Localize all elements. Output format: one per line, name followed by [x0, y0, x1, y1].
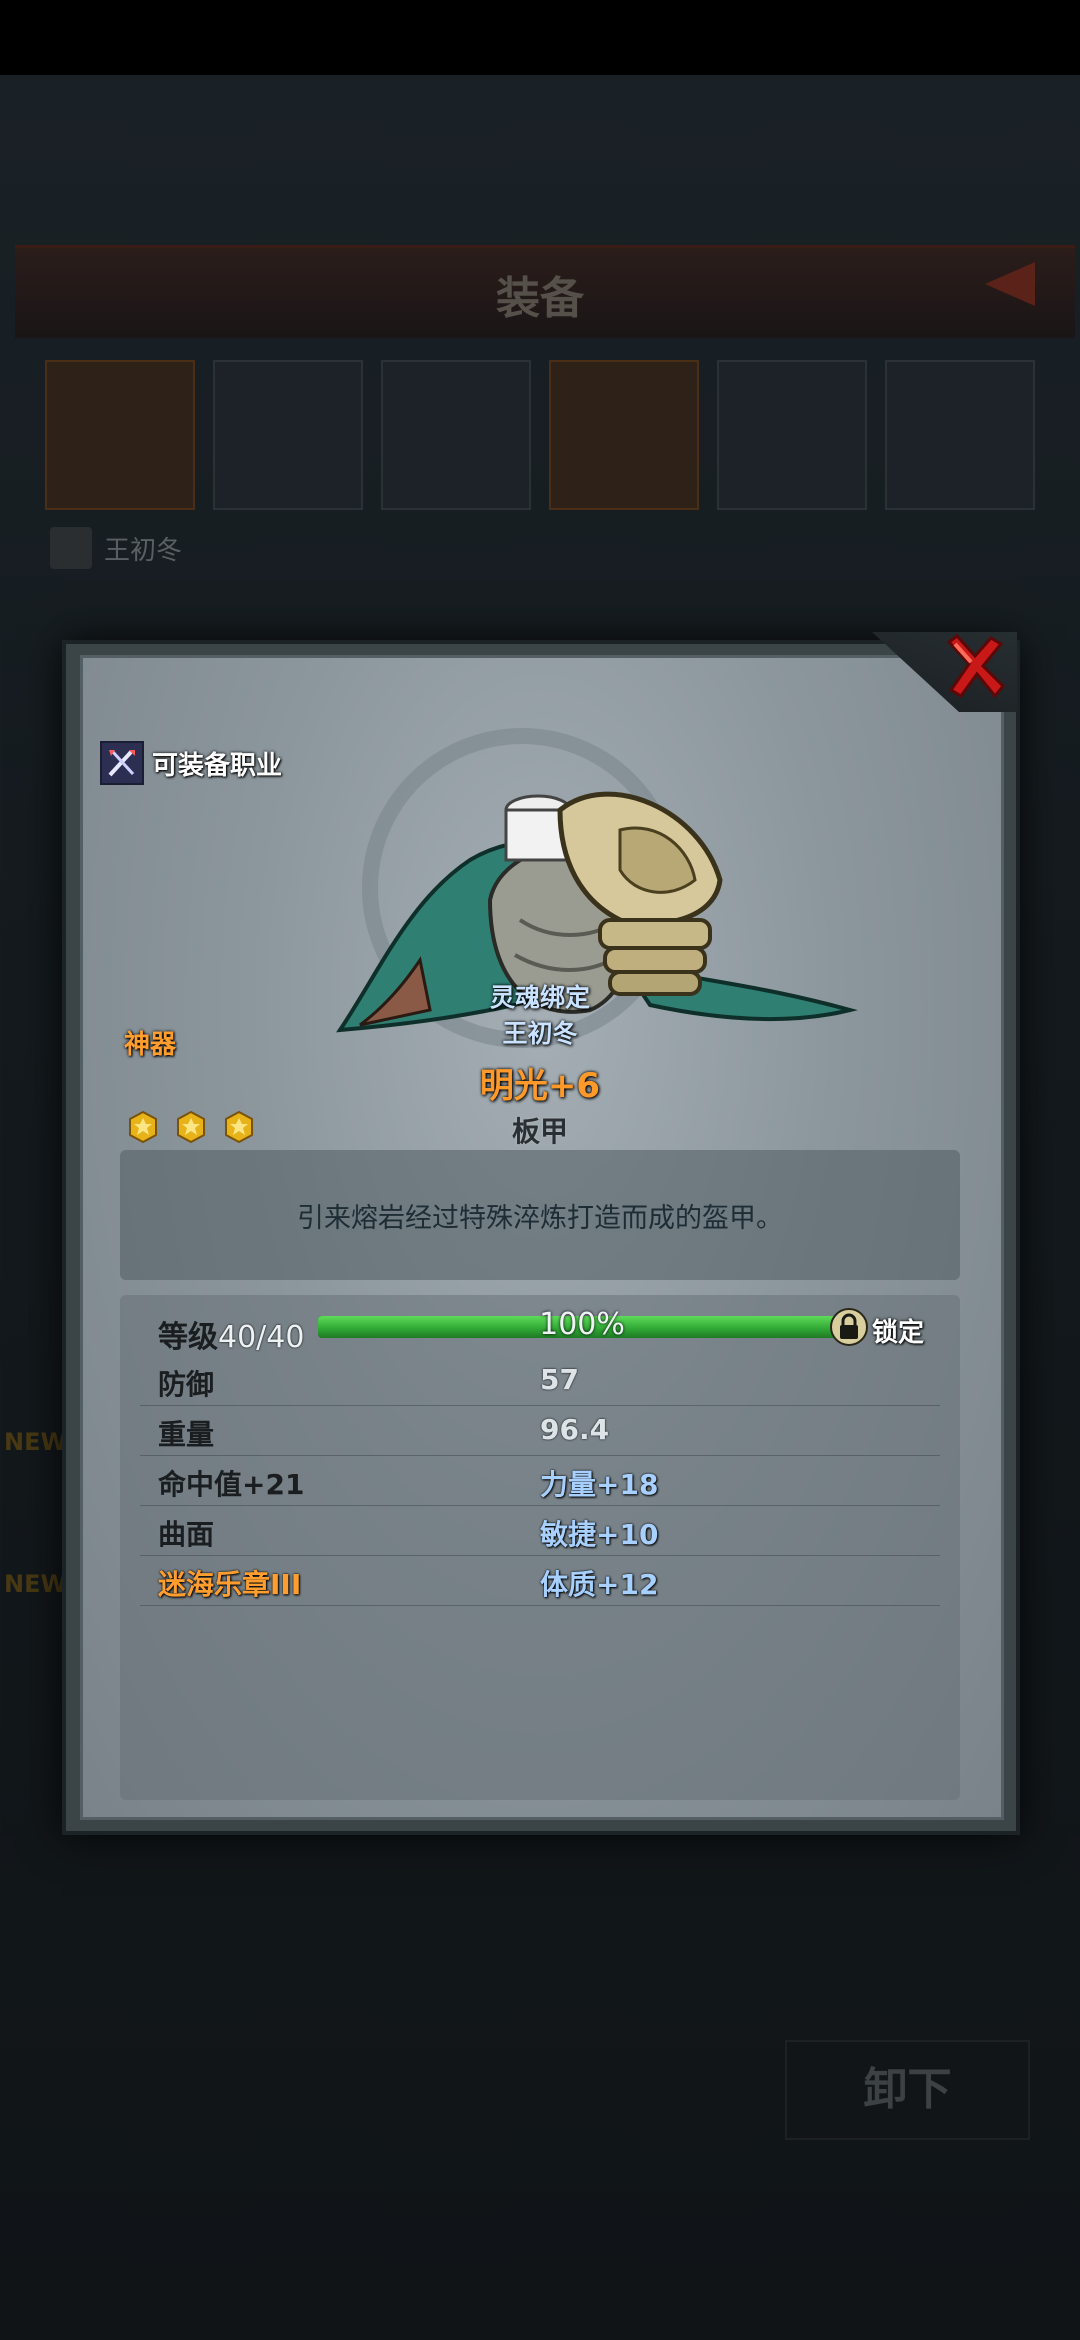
crossed-weapons-icon	[100, 741, 144, 785]
equipment-slot-weapon	[45, 360, 195, 510]
stat-value: 57	[540, 1363, 579, 1396]
unequip-button[interactable]: 卸下	[785, 2040, 1030, 2140]
stat-bonus: 力量+18	[540, 1468, 659, 1501]
stat-name: 重量	[158, 1418, 215, 1451]
stat-row: 防御 57	[140, 1355, 940, 1406]
bound-owner-name: 王初冬	[502, 1019, 578, 1048]
stat-name: 曲面	[158, 1518, 215, 1551]
stat-row: 命中值+21 力量+18	[140, 1455, 940, 1506]
item-type: 板甲	[511, 1115, 568, 1148]
item-name: 明光+6	[479, 1066, 601, 1106]
level-progress-text: 100%	[539, 1307, 625, 1342]
set-bonus-name[interactable]: 迷海乐章III	[158, 1563, 301, 1603]
level-value: 40/40	[218, 1320, 305, 1355]
lock-icon[interactable]	[830, 1308, 868, 1346]
equippable-job-row[interactable]: 可装备职业	[100, 740, 282, 786]
level-label: 等级40/40	[158, 1312, 304, 1356]
status-bar-area	[0, 0, 1080, 75]
stat-row: 重量 96.4	[140, 1405, 940, 1456]
equipment-slot-accessory	[885, 360, 1035, 510]
equipment-slot-armor	[549, 360, 699, 510]
level-title: 等级	[158, 1320, 218, 1355]
equipment-slot-boots	[717, 360, 867, 510]
background-owner-name: 王初冬	[104, 536, 183, 566]
stat-row: 曲面 敏捷+10	[140, 1505, 940, 1556]
close-button[interactable]	[935, 630, 1013, 708]
equipment-slot-shield	[213, 360, 363, 510]
stat-bonus: 敏捷+10	[540, 1518, 659, 1551]
stat-bonus: 命中值+21	[158, 1468, 305, 1501]
lock-label[interactable]: 锁定	[872, 1312, 924, 1349]
stat-bonus: 体质+12	[540, 1568, 659, 1601]
soul-bound-label: 灵魂绑定	[489, 983, 590, 1012]
stat-value: 96.4	[540, 1413, 610, 1446]
equippable-job-label: 可装备职业	[152, 750, 283, 781]
new-badge: NEW	[4, 1428, 67, 1456]
close-x-icon	[946, 634, 1006, 699]
new-badge: NEW	[4, 1570, 67, 1598]
equipment-slot-helmet	[381, 360, 531, 510]
back-arrow-icon	[985, 262, 1035, 306]
background-title: 装备	[496, 273, 584, 324]
item-description: 引来熔岩经过特殊淬炼打造而成的盔甲。	[297, 1203, 783, 1234]
equipment-slot-bar	[45, 360, 1045, 515]
stat-row: 迷海乐章III 体质+12	[140, 1555, 940, 1606]
owner-avatar-icon	[50, 527, 92, 569]
stat-name: 防御	[158, 1368, 215, 1401]
